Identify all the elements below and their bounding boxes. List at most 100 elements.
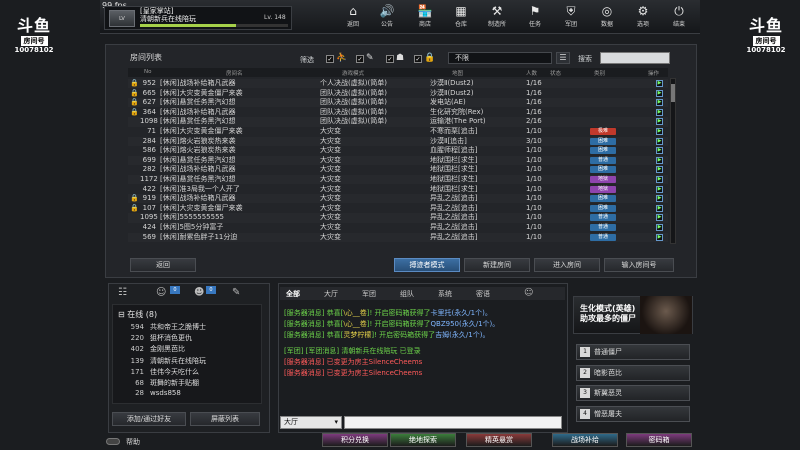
room-row[interactable]: 1172 [休闲]悬赏任务黑汽幻想 大灾变 地狱围栏[求生] 1/10 地狱 ▶: [128, 175, 668, 184]
chat-tab[interactable]: 密语: [476, 289, 490, 299]
search-input[interactable]: [600, 52, 670, 64]
zombie-option-3[interactable]: 3 斯翼恶灵: [576, 385, 690, 401]
room-row[interactable]: 699 [休闲]悬赏任务黑汽幻想 大灾变 地狱围栏[求生] 1/10 普通 ▶: [128, 156, 668, 165]
play-icon[interactable]: ▶: [656, 118, 663, 126]
bottom-button[interactable]: 密码箱: [626, 433, 692, 447]
back-button[interactable]: 返回: [130, 258, 196, 272]
chat-segment: [服务器消息] 已变更为房主SilenceCheems: [284, 358, 423, 367]
friend-item[interactable]: 139 清朝新兵在线陪玩: [112, 356, 206, 366]
bottom-button[interactable]: 精英悬赏: [466, 433, 532, 447]
nav-mission-button[interactable]: ⚑ 任务: [522, 3, 548, 31]
room-row[interactable]: 🔒 919 [休闲]战场补给箱凡武器 大灾变 异乱之战[追击] 1/10 困难 ▶: [128, 194, 668, 203]
enter-room-number-button[interactable]: 输入房间号: [604, 258, 674, 272]
room-row[interactable]: 🔒 364 [休闲]战场补给箱凡武器 团队决战(虚拟)(简单) 生化研究院(Rex) 1/…: [128, 108, 668, 117]
list-view-button[interactable]: ☰: [556, 52, 570, 64]
add-friend-button[interactable]: 添加/通过好友: [112, 412, 186, 426]
filter-checkbox-3[interactable]: ✓: [386, 55, 394, 63]
scroll-thumb[interactable]: [671, 84, 675, 102]
create-room-button[interactable]: 新建房间: [464, 258, 530, 272]
nav-home-button[interactable]: ⌂ 返回: [340, 3, 366, 31]
room-count: 1/10: [526, 184, 542, 193]
room-row[interactable]: 569 [休闲]耐累色胖子11分迫 大灾变 异乱之战[追击] 1/10 普通 ▶: [128, 233, 668, 242]
friend-item[interactable]: 594 共和帝王之脆博士: [112, 322, 206, 332]
block-list-button[interactable]: 屏蔽列表: [190, 412, 260, 426]
chat-tab[interactable]: 大厅: [324, 289, 338, 299]
nav-exit-button[interactable]: ⏻ 结束: [666, 3, 692, 31]
friend-item[interactable]: 402 金刚黑芭比: [112, 344, 185, 354]
friends-tab-icon[interactable]: ☷: [118, 287, 127, 298]
room-row[interactable]: 282 [休闲]战场补给箱凡武器 大灾变 地狱围栏[求生] 1/10 困难 ▶: [128, 165, 668, 174]
play-icon[interactable]: ▶: [656, 80, 663, 87]
play-icon[interactable]: ▶: [656, 108, 663, 116]
filter-checkbox-4[interactable]: ✓: [414, 55, 422, 63]
play-icon[interactable]: ▶: [656, 156, 663, 164]
zombie-option-1[interactable]: 1 普通僵尸: [576, 344, 690, 360]
chat-tab[interactable]: 系统: [438, 289, 452, 299]
clan-tab-icon[interactable]: ☻: [194, 287, 204, 298]
join-room-button[interactable]: 进入房间: [534, 258, 600, 272]
chat-tab[interactable]: 军团: [362, 289, 376, 299]
play-icon[interactable]: ▶: [656, 137, 663, 145]
room-row[interactable]: 🔒 627 [休闲]悬赏任务黑汽幻想 团队决战(虚拟)(简单) 发电站(AE) 1/16 ▶: [128, 98, 668, 107]
chat-message: [服务器消息] 已变更为房主SilenceCheems: [284, 357, 422, 367]
room-row[interactable]: 🔒 665 [休闲]大灾变黄金僵尸来袭 团队决战(虚拟)(简单) 沙漠Ⅱ(Dust2) 1…: [128, 89, 668, 98]
friend-item[interactable]: 171 佳伟今天吃什么: [112, 367, 199, 377]
room-row[interactable]: 1098 [休闲]悬赏任务黑汽幻想 团队决战(虚拟)(简单) 运输港(The Port…: [128, 117, 668, 126]
zombie-option-2[interactable]: 2 暗影芭比: [576, 364, 690, 381]
online-header[interactable]: ⊟ 在线 (8): [118, 309, 157, 320]
room-number: 364: [142, 107, 156, 116]
play-icon[interactable]: ▶: [656, 99, 663, 107]
room-row[interactable]: 586 [休闲]熔火岩狼炭热来袭 大灾变 血腥师程[追击] 1/10 困难 ▶: [128, 146, 668, 155]
nav-megaphone-button[interactable]: 🔊 公告: [374, 3, 400, 31]
room-row[interactable]: 424 [休闲]5图5分钟富子 大灾变 异乱之战[追击] 1/10 普通 ▶: [128, 223, 668, 232]
friend-item[interactable]: 220 狙杯消色更仇: [112, 333, 192, 343]
room-row[interactable]: 284 [休闲]熔火岩狼炭热来袭 大灾变 沙漠Ⅱ[追击] 3/10 困难 ▶: [128, 137, 668, 146]
filter-checkbox-1[interactable]: ✓: [326, 55, 334, 63]
room-row[interactable]: 422 [休闲]准3局我一个人开了 大灾变 地狱围栏[求生] 1/10 地狱 ▶: [128, 185, 668, 194]
help-button[interactable]: 帮助: [126, 437, 140, 447]
play-icon[interactable]: ▶: [656, 185, 663, 193]
bottom-button[interactable]: 战场补给: [552, 433, 618, 447]
toggle-icon[interactable]: [106, 438, 120, 445]
chat-channel-select[interactable]: 大厅 ▾: [280, 416, 342, 429]
play-icon[interactable]: ▶: [656, 176, 663, 183]
group-tab-icon[interactable]: ☺: [156, 287, 166, 298]
room-row[interactable]: 1095 [休闲]5555555555 大灾变 异乱之战[追击] 1/10 普通 ▶: [128, 213, 668, 222]
filter-checkbox-2[interactable]: ✓: [356, 55, 364, 63]
spectator-mode-button[interactable]: 搏迹者模式: [394, 258, 460, 272]
play-icon[interactable]: ▶: [656, 204, 663, 212]
zombie-option-4[interactable]: 4 憎恶屠夫: [576, 405, 690, 422]
room-row[interactable]: 71 [休闲]大灾变黄金僵尸来袭 大灾变 不寒而栗[追击] 1/10 极难 ▶: [128, 127, 668, 136]
nav-clan-button[interactable]: ⛨ 军团: [558, 3, 584, 31]
play-icon[interactable]: ▶: [656, 147, 663, 155]
nav-settings-button[interactable]: ⚙ 选项: [630, 3, 656, 31]
play-icon[interactable]: ▶: [656, 166, 663, 174]
play-icon[interactable]: ▶: [656, 195, 663, 203]
play-icon[interactable]: ▶: [656, 89, 663, 97]
friend-item[interactable]: 28 wsds858: [112, 389, 181, 397]
bottom-button[interactable]: 积分兑换: [322, 433, 388, 447]
edit-icon[interactable]: ✎: [232, 287, 240, 298]
chat-tab[interactable]: 全部: [286, 289, 300, 299]
nav-stats-button[interactable]: ◎ 数据: [594, 3, 620, 31]
play-icon[interactable]: ▶: [656, 233, 663, 241]
chat-input[interactable]: [344, 416, 562, 429]
room-list-scrollbar[interactable]: [670, 78, 676, 244]
nav-workshop-button[interactable]: ⚒ 制造所: [484, 3, 510, 31]
play-icon[interactable]: ▶: [656, 128, 663, 135]
play-icon[interactable]: ▶: [656, 214, 663, 222]
player-avatar[interactable]: LV: [109, 10, 135, 27]
room-row[interactable]: 🔒 107 [休闲]大灾变黄金僵尸来袭 大灾变 异乱之战[追击] 1/10 困难 ▶: [128, 204, 668, 213]
friend-item[interactable]: 68 斑舞的新手贴棚: [112, 378, 199, 388]
bottom-button[interactable]: 绝地探索: [390, 433, 456, 447]
nav-warehouse-button[interactable]: ▦ 仓库: [448, 3, 474, 31]
room-row[interactable]: 🔒 952 [休闲]战场补给箱凡武器 个人决战(虚拟)(简单) 沙漠Ⅱ(Dust2) 1/…: [128, 79, 668, 88]
emoji-icon[interactable]: ☺: [524, 288, 533, 298]
room-number: 1095: [140, 213, 158, 222]
nav-shop-button[interactable]: 🏪 商店: [412, 3, 438, 31]
play-icon[interactable]: ▶: [656, 224, 663, 231]
workshop-icon: ⚒: [491, 4, 503, 18]
chat-tab[interactable]: 组队: [400, 289, 414, 299]
difficulty-badge: 困难: [590, 147, 616, 155]
mode-select[interactable]: 不限: [448, 52, 552, 64]
